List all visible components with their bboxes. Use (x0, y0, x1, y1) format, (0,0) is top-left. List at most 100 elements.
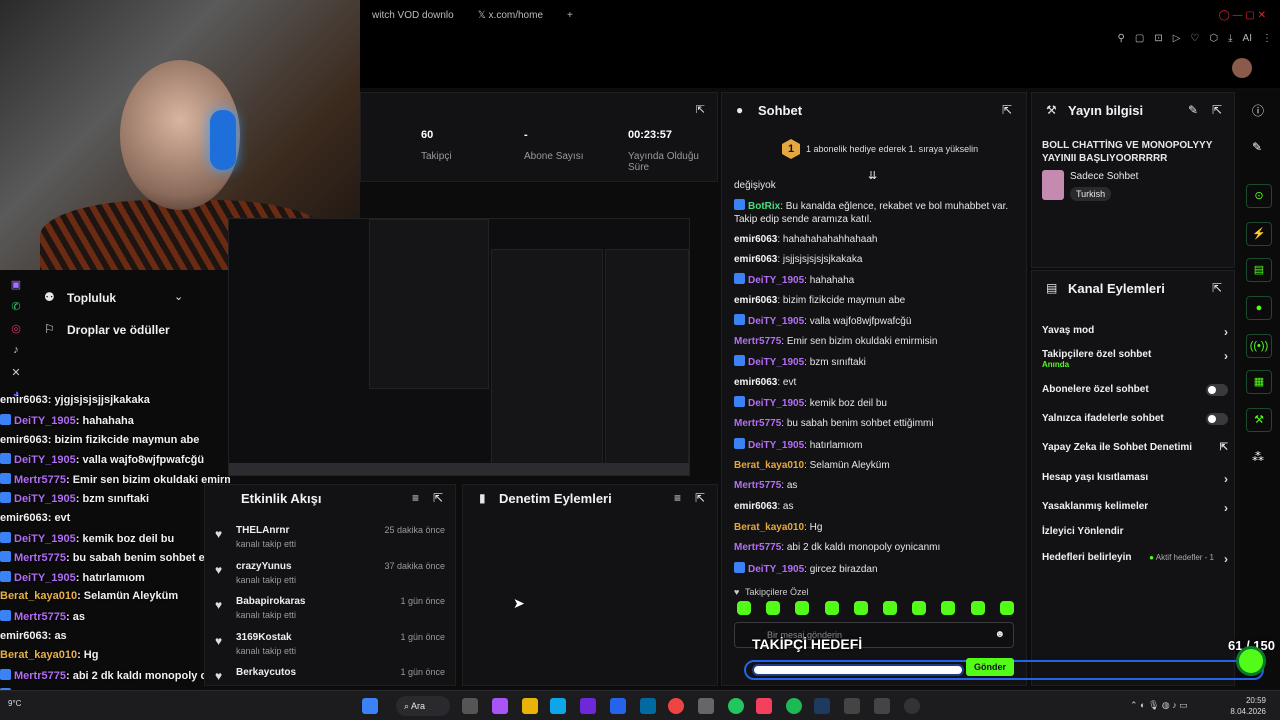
layout-icon[interactable]: ▦ (1246, 370, 1272, 394)
chat-username[interactable]: Mertr5775 (734, 480, 781, 491)
activity-item[interactable]: ♥ crazyYunus kanalı takip etti 37 dakika ön… (215, 561, 449, 591)
pin-icon[interactable]: ⚲ (1118, 33, 1125, 44)
whatsapp-icon[interactable]: ✆ (8, 300, 24, 316)
category-name[interactable]: Sadece Sohbet (1070, 171, 1138, 182)
chat-username[interactable]: Mertr5775 (734, 418, 781, 429)
chat-message[interactable]: DeiTY_1905: valla wajfo8wjfpwafcğü (734, 314, 1024, 328)
filter-icon[interactable]: ≡ (412, 491, 419, 505)
chat-message[interactable]: DeiTY_1905: hatırlamıom (734, 438, 1024, 452)
chat-message[interactable]: Berat_kaya010: Selamün Aleyküm (734, 459, 1024, 472)
emote-icon[interactable] (883, 601, 897, 615)
chat-username[interactable]: DeiTY_1905 (748, 316, 804, 327)
popout-icon[interactable]: ⇱ (696, 103, 705, 116)
steam-icon[interactable] (814, 698, 830, 714)
channel-action-item[interactable]: Yapay Zeka ile Sohbet Denetimi ⇱ (1042, 442, 1228, 453)
chat-message[interactable]: emir6063: hahahahahahhahaah (734, 233, 1024, 246)
pinned-message[interactable]: 1 abonelik hediye ederek 1. sıraya yükse… (806, 144, 978, 154)
pencil-icon[interactable]: ✎ (1252, 140, 1262, 154)
sidebar-item-drops[interactable]: Droplar ve ödüller (67, 323, 170, 337)
emote-icon[interactable] (824, 601, 839, 615)
chat-username[interactable]: emir6063 (734, 377, 777, 388)
extensions-icon[interactable]: ⬡ (1209, 33, 1218, 44)
clock[interactable]: 20:59 8.04.2026 (1230, 695, 1266, 717)
chat-message[interactable]: DeiTY_1905: hahahaha (734, 273, 1024, 287)
chat-username[interactable]: emir6063 (734, 254, 777, 265)
tiktok-icon[interactable]: ♪ (8, 344, 24, 360)
chat-message[interactable]: Mertr5775: bu sabah benim sohbet ettiğim… (734, 417, 1024, 430)
app-icon[interactable] (640, 698, 656, 714)
start-icon[interactable] (362, 698, 378, 714)
broadcast-icon[interactable]: ((•)) (1246, 334, 1272, 358)
popout-icon[interactable]: ⇱ (433, 491, 443, 505)
send-button[interactable]: Gönder (966, 658, 1014, 676)
chat-username[interactable]: Mertr5775 (734, 336, 781, 347)
channel-action-item[interactable]: Yalnızca ifadelerle sohbet (1042, 413, 1228, 425)
ai-button[interactable]: AI (1243, 33, 1252, 44)
toggle-switch[interactable] (1206, 413, 1228, 425)
chat-username[interactable]: BotRix (748, 201, 780, 212)
chat-username[interactable]: emir6063 (734, 295, 777, 306)
chat-username[interactable]: DeiTY_1905 (748, 275, 804, 286)
popout-icon[interactable]: ⇱ (1212, 281, 1222, 295)
copilot-icon[interactable] (492, 698, 508, 714)
chat-username[interactable]: DeiTY_1905 (748, 357, 804, 368)
emote-icon[interactable] (970, 601, 985, 615)
download-icon[interactable]: ⤓ (1228, 33, 1232, 44)
chat-username[interactable]: DeiTY_1905 (748, 398, 804, 409)
activity-item[interactable]: ♥ Babapirokaras kanalı takip etti 1 gün önc… (215, 596, 449, 626)
channel-action-item[interactable]: Takipçilere özel sohbet Anında › (1042, 349, 1228, 369)
activity-item[interactable]: ♥ 3169Kostak kanalı takip etti 1 gün önce (215, 632, 449, 662)
more-icon[interactable]: ⁂ (1252, 450, 1264, 464)
channel-action-item[interactable]: Yavaş mod › (1042, 325, 1228, 339)
chevron-down-icon[interactable]: ⌄ (174, 290, 183, 303)
crop-icon[interactable]: ▢ (1135, 33, 1144, 44)
browser-tab[interactable]: witch VOD downlo (360, 10, 466, 21)
chat-message[interactable]: DeiTY_1905: gircez birazdan (734, 562, 1024, 576)
menu-icon[interactable]: ⋮ (1262, 33, 1272, 44)
chat-message[interactable]: Mertr5775: Emir sen bizim okuldaki emirm… (734, 335, 1024, 348)
chat-message[interactable]: DeiTY_1905: kemik boz deil bu (734, 396, 1024, 410)
chat-message[interactable]: BotRix: Bu kanalda eğlence, rekabet ve b… (734, 199, 1024, 226)
tools-icon[interactable]: ⚒ (1246, 408, 1272, 432)
emoji-icon[interactable]: ☻ (994, 629, 1005, 640)
channel-action-item[interactable]: Yasaklanmış kelimeler › (1042, 501, 1228, 515)
emote-icon[interactable] (853, 601, 868, 615)
channel-action-item[interactable]: Hedefleri belirleyin ● Aktif hedefler - 1… (1042, 552, 1228, 566)
chat-message[interactable]: Mertr5775: as (734, 479, 1024, 492)
tray-icons[interactable]: ⌃ ◐ 🎙 ◍ ♪ ▭ (1130, 700, 1188, 711)
emote-icon[interactable] (766, 601, 781, 615)
explorer-icon[interactable] (522, 698, 538, 714)
app-icon[interactable] (844, 698, 860, 714)
heart-icon[interactable]: ♡ (1190, 33, 1199, 44)
chat-message[interactable]: emir6063: evt (734, 376, 1024, 389)
new-tab-button[interactable]: + (555, 10, 585, 21)
emote-icon[interactable] (912, 601, 927, 615)
instagram-icon[interactable]: ◎ (8, 322, 24, 338)
chat-username[interactable]: Mertr5775 (734, 542, 781, 553)
channel-action-item[interactable]: Abonelere özel sohbet (1042, 384, 1228, 396)
chrome-icon[interactable] (668, 698, 684, 714)
spotify-icon[interactable] (786, 698, 802, 714)
emote-icon[interactable] (737, 601, 751, 615)
info-icon[interactable]: ⓘ (1252, 102, 1264, 119)
sidebar-item-topluluk[interactable]: Topluluk (67, 291, 116, 305)
edit-icon[interactable]: ✎ (1188, 103, 1198, 117)
filter-icon[interactable]: ≡ (674, 491, 681, 505)
app-icon[interactable] (580, 698, 596, 714)
emote-icon[interactable] (795, 601, 810, 615)
app-icon[interactable] (698, 698, 714, 714)
camera-icon[interactable]: ⊙ (1246, 184, 1272, 208)
chat-username[interactable]: Berat_kaya010 (734, 460, 804, 471)
chat-username[interactable]: emir6063 (734, 501, 777, 512)
play-icon[interactable]: ▷ (1173, 33, 1181, 44)
app-icon[interactable] (610, 698, 626, 714)
channel-action-item[interactable]: İzleyici Yönlendir (1042, 526, 1228, 537)
lightning-icon[interactable]: ⚡ (1246, 222, 1272, 246)
chat-message[interactable]: DeiTY_1905: bzm sınıftaki (734, 355, 1024, 369)
chat-username[interactable]: DeiTY_1905 (748, 440, 804, 451)
chat-username[interactable]: emir6063 (734, 234, 777, 245)
app-icon[interactable] (874, 698, 890, 714)
activity-item[interactable]: ♥ THELAnrnr kanalı takip etti 25 dakika önc… (215, 525, 449, 555)
x-icon[interactable]: ✕ (8, 366, 24, 382)
toggle-switch[interactable] (1206, 384, 1228, 396)
